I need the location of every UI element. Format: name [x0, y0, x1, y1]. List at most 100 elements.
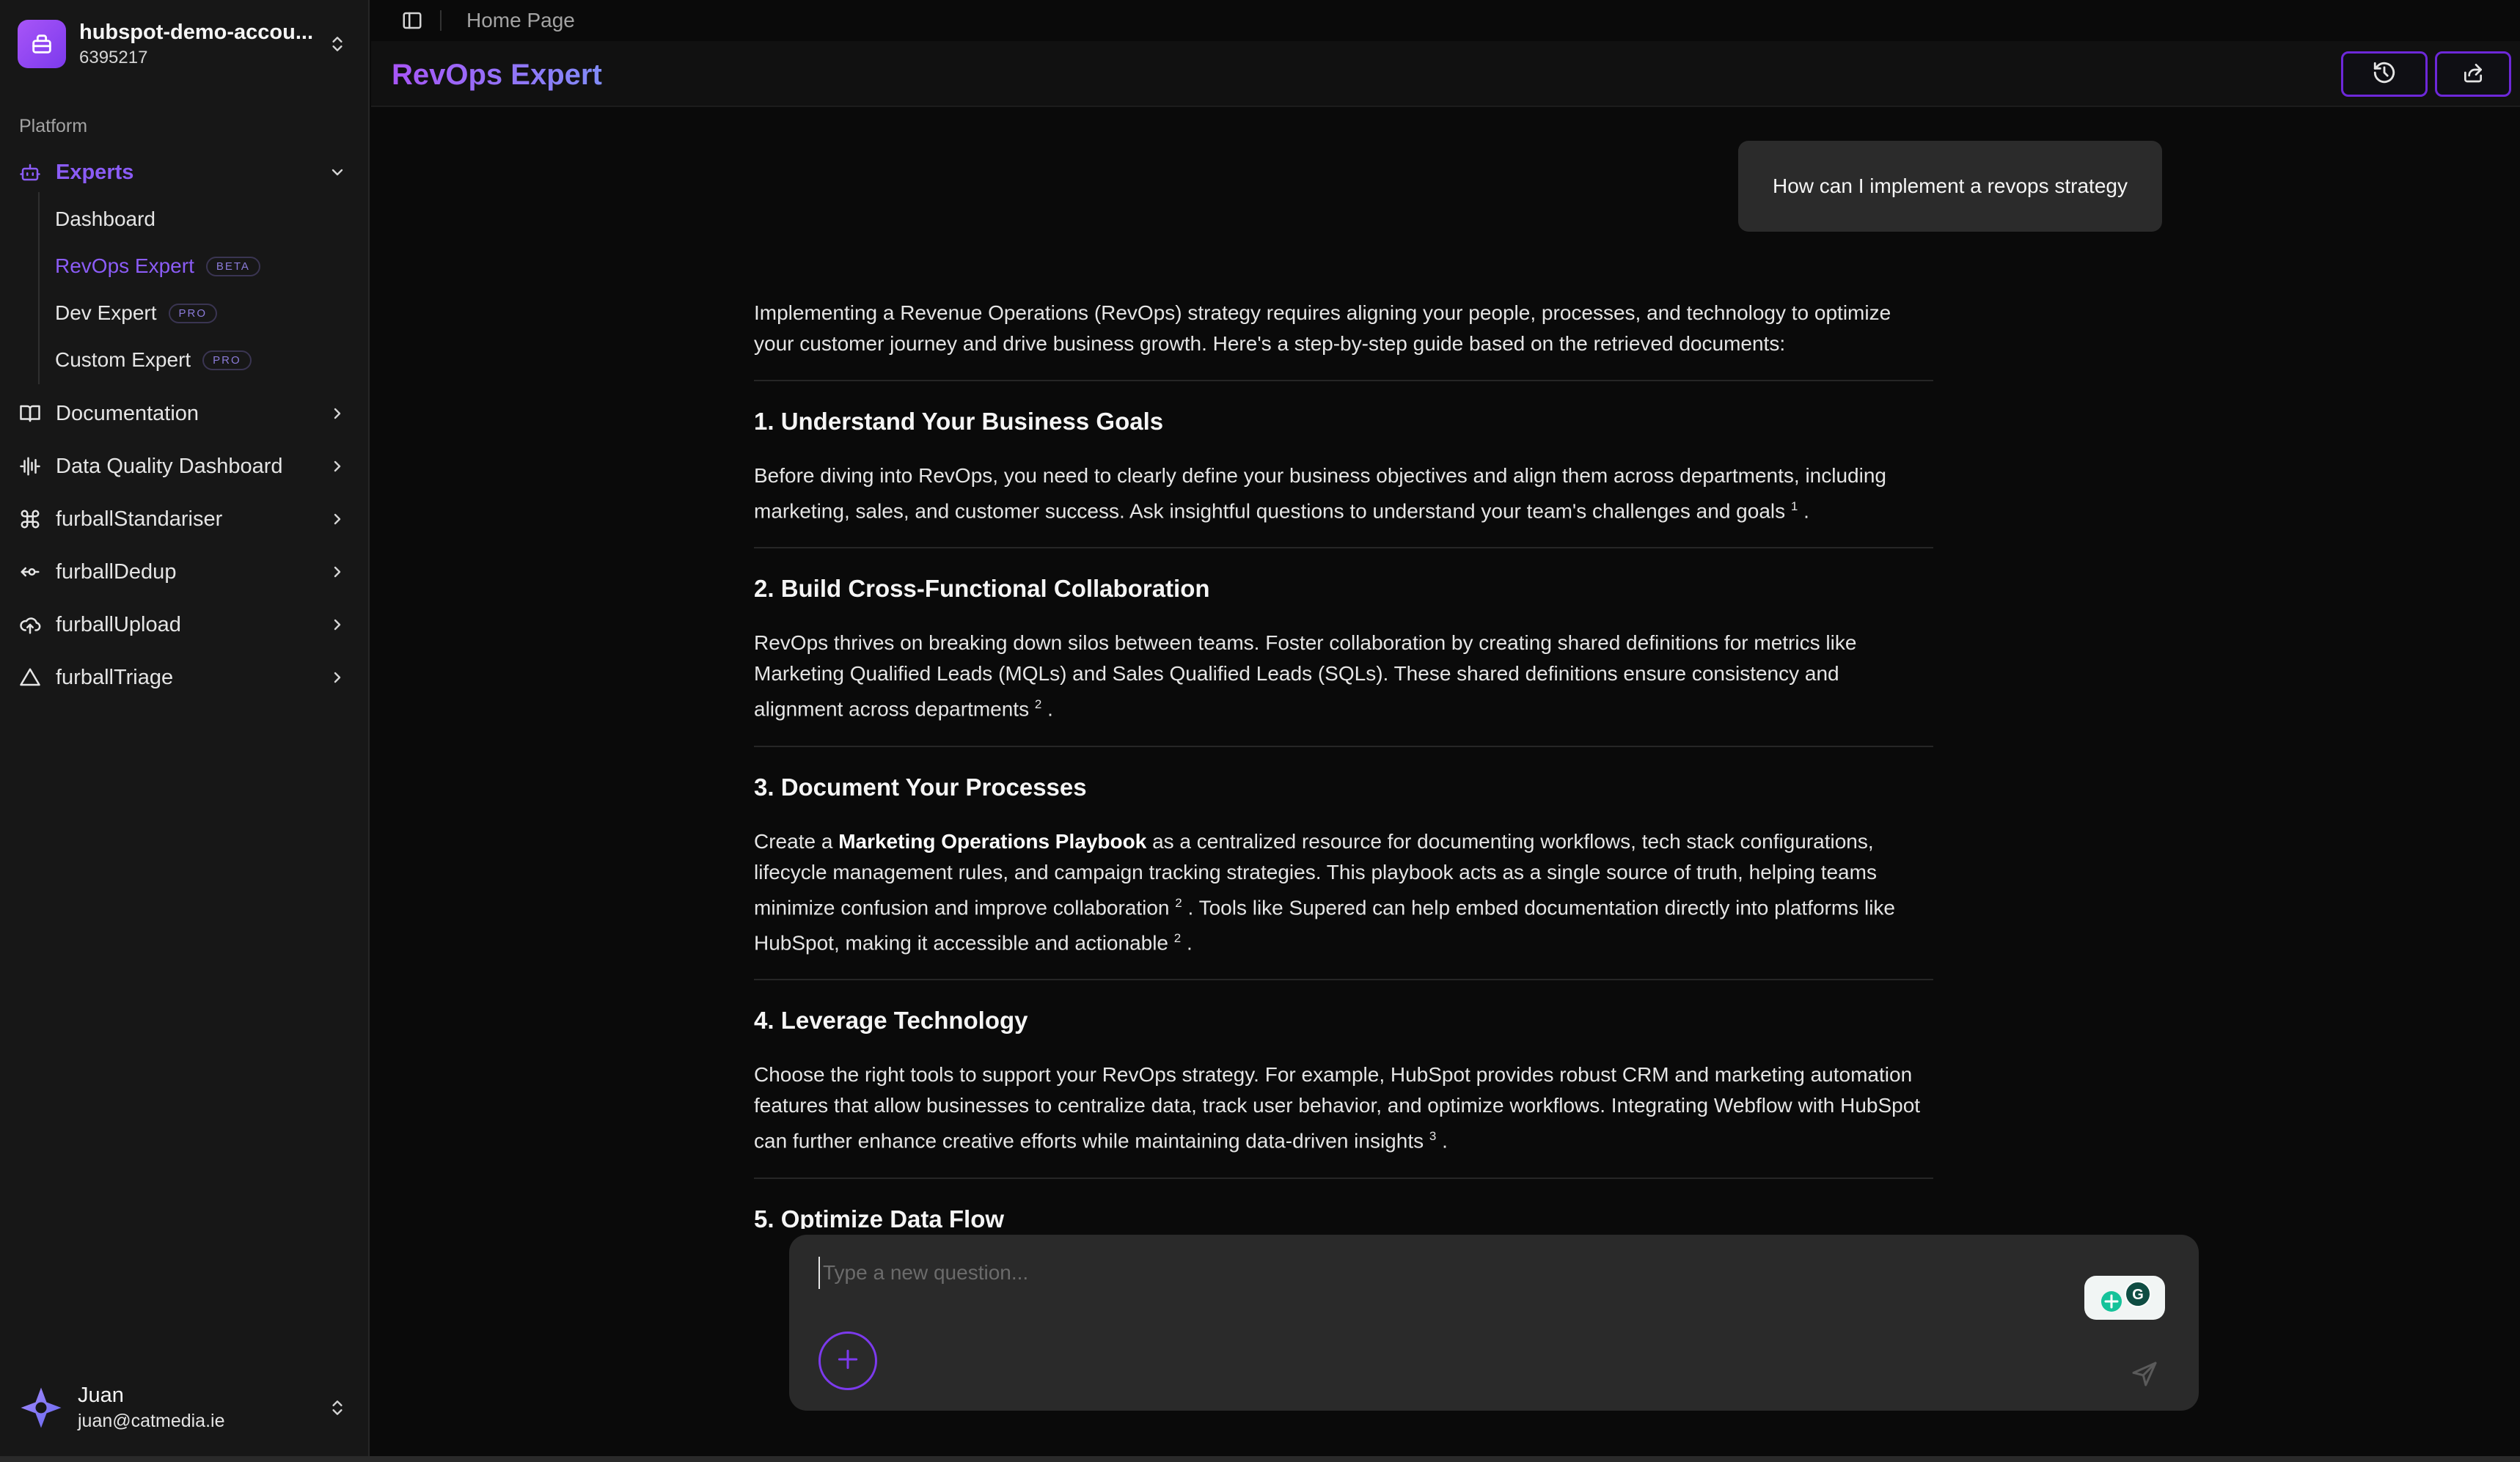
plus-icon: [833, 1345, 862, 1378]
user-email: juan@catmedia.ie: [78, 1411, 225, 1431]
subitem-label: Dev Expert: [55, 301, 157, 324]
sidebar-subitem-dev-expert[interactable]: Dev Expert PRO: [55, 295, 218, 331]
account-id: 6395217: [79, 47, 148, 67]
sidebar-item-label: furballUpload: [56, 612, 181, 636]
section-text: Choose the right tools to support your R…: [754, 1059, 1933, 1156]
chevron-right-icon: [324, 559, 351, 585]
svg-text:G: G: [2132, 1287, 2144, 1303]
avatar: [18, 1384, 65, 1431]
user-menu[interactable]: Juan juan@catmedia.ie: [18, 1378, 352, 1437]
section-body: Choose the right tools to support your R…: [754, 1063, 1921, 1153]
sidebar: hubspot-demo-accou... 6395217 Platform E…: [0, 0, 370, 1462]
sidebar-item-documentation[interactable]: Documentation: [13, 393, 351, 434]
section-heading: 3. Document Your Processes: [754, 773, 1087, 801]
breadcrumb[interactable]: Home Page: [466, 9, 575, 32]
add-button[interactable]: [818, 1331, 877, 1390]
composer: G: [789, 1235, 2199, 1411]
section-text: RevOps thrives on breaking down silos be…: [754, 628, 1933, 724]
account-logo-icon: [18, 20, 66, 68]
sidebar-subitem-dashboard[interactable]: Dashboard: [55, 201, 155, 238]
chevrons-up-down-icon[interactable]: [323, 1393, 352, 1422]
submenu-rail: [38, 192, 40, 384]
sidebar-item-label: Experts: [56, 160, 134, 184]
section-body: RevOps thrives on breaking down silos be…: [754, 631, 1857, 721]
command-icon: [16, 505, 44, 533]
sidebar-item-furballstandariser[interactable]: furballStandariser: [13, 499, 351, 540]
citation-ref[interactable]: 2: [1174, 931, 1181, 945]
chevron-right-icon: [324, 506, 351, 532]
section-body: Before diving into RevOps, you need to c…: [754, 464, 1886, 523]
sidebar-item-label: furballStandariser: [56, 507, 223, 531]
history-button[interactable]: [2341, 51, 2428, 97]
sidebar-subitem-revops-expert[interactable]: RevOps Expert BETA: [55, 248, 260, 284]
page-title: RevOps Expert: [392, 59, 602, 91]
sidebar-item-furballdedup[interactable]: furballDedup: [13, 551, 351, 592]
user-message: How can I implement a revops strategy: [1738, 141, 2162, 232]
grammarly-icon[interactable]: G: [2084, 1276, 2165, 1320]
chat-area: How can I implement a revops strategy Im…: [371, 109, 2520, 1229]
section-heading: 5. Optimize Data Flow: [754, 1205, 1005, 1229]
sentence-end: .: [1187, 931, 1193, 955]
citation-ref[interactable]: 3: [1429, 1129, 1436, 1143]
window-bottom-edge: [0, 1456, 2520, 1462]
question-input[interactable]: [818, 1257, 1977, 1289]
title-bar: RevOps Expert: [371, 41, 2520, 107]
account-name: hubspot-demo-accou...: [79, 20, 313, 44]
book-icon: [16, 400, 44, 427]
waveform-icon: [16, 452, 44, 480]
citation-ref[interactable]: 2: [1175, 896, 1182, 910]
sidebar-item-furballupload[interactable]: furballUpload: [13, 604, 351, 645]
send-icon: [2130, 1359, 2159, 1392]
assistant-message: Implementing a Revenue Operations (RevOp…: [754, 298, 1933, 1229]
divider: [754, 380, 1933, 381]
subitem-label: RevOps Expert: [55, 254, 194, 277]
history-icon: [2372, 60, 2397, 89]
divider: [440, 10, 442, 31]
sidebar-item-label: Documentation: [56, 401, 199, 425]
subitem-label: Custom Expert: [55, 348, 191, 371]
sidebar-item-label: furballTriage: [56, 665, 174, 689]
section-body: Create a: [754, 829, 833, 853]
section-heading: 4. Leverage Technology: [754, 1007, 1028, 1035]
section-heading: 1. Understand Your Business Goals: [754, 408, 1164, 435]
triangle-icon: [16, 664, 44, 691]
chevrons-up-down-icon[interactable]: [323, 29, 352, 59]
bot-icon: [16, 158, 44, 186]
share-icon: [2461, 61, 2485, 88]
divider: [754, 1177, 1933, 1179]
account-text: hubspot-demo-accou... 6395217: [79, 21, 323, 68]
sidebar-item-label: Data Quality Dashboard: [56, 454, 283, 478]
section-text: Create a Marketing Operations Playbook a…: [754, 826, 1933, 959]
top-bar: Home Page: [371, 0, 2520, 41]
divider: [754, 547, 1933, 549]
citation-ref[interactable]: 2: [1035, 697, 1041, 711]
sentence-end: .: [1442, 1129, 1448, 1153]
sidebar-item-data-quality-dashboard[interactable]: Data Quality Dashboard: [13, 446, 351, 487]
sidebar-toggle-icon[interactable]: [398, 7, 427, 34]
merge-icon: [16, 558, 44, 586]
user-name: Juan: [78, 1384, 124, 1407]
chevron-down-icon: [324, 159, 351, 185]
pro-badge: PRO: [168, 303, 218, 323]
sidebar-item-experts[interactable]: Experts: [13, 152, 351, 193]
divider: [754, 979, 1933, 981]
citation-ref[interactable]: 1: [1791, 499, 1798, 513]
beta-badge: BETA: [205, 256, 260, 276]
share-button[interactable]: [2435, 51, 2511, 97]
section-heading: 2. Build Cross-Functional Collaboration: [754, 575, 1210, 603]
divider: [754, 745, 1933, 747]
section-text: Before diving into RevOps, you need to c…: [754, 460, 1933, 526]
chevron-right-icon: [324, 400, 351, 427]
account-switcher[interactable]: hubspot-demo-accou... 6395217: [18, 18, 352, 70]
subitem-label: Dashboard: [55, 207, 155, 230]
sidebar-item-furballtriage[interactable]: furballTriage: [13, 657, 351, 698]
send-button[interactable]: [2127, 1358, 2162, 1393]
chevron-right-icon: [324, 664, 351, 691]
chevron-right-icon: [324, 611, 351, 638]
sidebar-subitem-custom-expert[interactable]: Custom Expert PRO: [55, 342, 252, 378]
answer-intro: Implementing a Revenue Operations (RevOp…: [754, 301, 1891, 355]
user-text: Juan juan@catmedia.ie: [78, 1384, 323, 1432]
sentence-end: .: [1047, 697, 1053, 721]
pro-badge: PRO: [202, 350, 252, 370]
sidebar-item-label: furballDedup: [56, 559, 177, 584]
